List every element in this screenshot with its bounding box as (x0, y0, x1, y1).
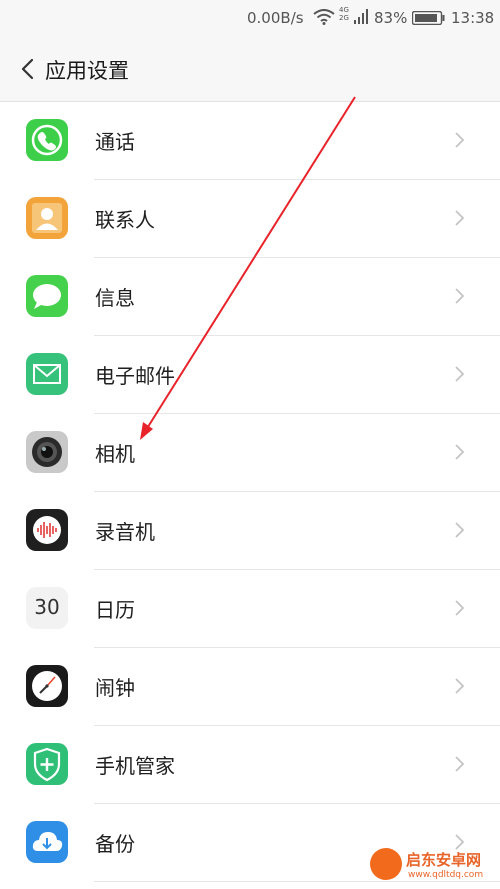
list-item-label: 电子邮件 (95, 364, 175, 388)
chevron-right-icon (455, 366, 465, 382)
list-item-label: 备份 (95, 832, 135, 856)
list-item-recorder[interactable]: 录音机 (0, 492, 500, 570)
wifi-icon (313, 9, 335, 29)
recorder-icon (26, 509, 68, 551)
chevron-right-icon (455, 210, 465, 226)
list-item-label: 闹钟 (95, 676, 135, 700)
phone-icon (26, 119, 68, 161)
contacts-icon (26, 197, 68, 239)
chevron-right-icon (455, 600, 465, 616)
signal-icon (354, 9, 368, 28)
chevron-right-icon (455, 444, 465, 460)
network-speed: 0.00B/s (247, 9, 304, 27)
list-item-contacts[interactable]: 联系人 (0, 180, 500, 258)
list-item-messages[interactable]: 信息 (0, 258, 500, 336)
clock-icon (26, 665, 68, 707)
calendar-day: 30 (34, 595, 60, 619)
back-button[interactable] (18, 56, 40, 82)
watermark-badge-icon (370, 848, 402, 880)
calendar-icon: 30 (26, 587, 68, 629)
list-item-label: 联系人 (95, 208, 155, 232)
battery-percent: 83% (374, 9, 408, 27)
cloud-backup-icon (26, 821, 68, 863)
list-item-label: 日历 (95, 598, 135, 622)
battery-icon (411, 10, 445, 29)
list-item-label: 录音机 (95, 520, 155, 544)
list-item-alarm[interactable]: 闹钟 (0, 648, 500, 726)
chevron-right-icon (455, 756, 465, 772)
list-item-email[interactable]: 电子邮件 (0, 336, 500, 414)
list-item-label: 信息 (95, 286, 135, 310)
list-item-calendar[interactable]: 30 日历 (0, 570, 500, 648)
list-item-label: 相机 (95, 442, 135, 466)
list-item-label: 通话 (95, 130, 135, 154)
chevron-right-icon (455, 288, 465, 304)
message-icon (26, 275, 68, 317)
chevron-right-icon (455, 132, 465, 148)
list-item-camera[interactable]: 相机 (0, 414, 500, 492)
network-type: 4G 2G (339, 6, 349, 22)
status-bar: 0.00B/s 4G 2G 83% 13:38 (0, 0, 500, 36)
watermark-logo: 启东安卓网 www.qdltdq.com (370, 848, 500, 886)
page-title: 应用设置 (45, 59, 129, 83)
app-header: 0.00B/s 4G 2G 83% 13:38 应用设置 (0, 0, 500, 102)
shield-icon (26, 743, 68, 785)
chevron-right-icon (455, 678, 465, 694)
camera-icon (26, 431, 68, 473)
watermark-url: www.qdltdq.com (408, 870, 484, 880)
list-item-phone-manager[interactable]: 手机管家 (0, 726, 500, 804)
list-item-phone[interactable]: 通话 (0, 102, 500, 180)
list-item-label: 手机管家 (95, 754, 175, 778)
mail-icon (26, 353, 68, 395)
settings-list: 通话 联系人 信息 电子邮件 相机 录音机 30 日历 闹钟 手机管家 备份 (0, 102, 500, 882)
clock-time: 13:38 (451, 9, 495, 27)
watermark-text: 启东安卓网 (406, 851, 482, 869)
chevron-right-icon (455, 522, 465, 538)
